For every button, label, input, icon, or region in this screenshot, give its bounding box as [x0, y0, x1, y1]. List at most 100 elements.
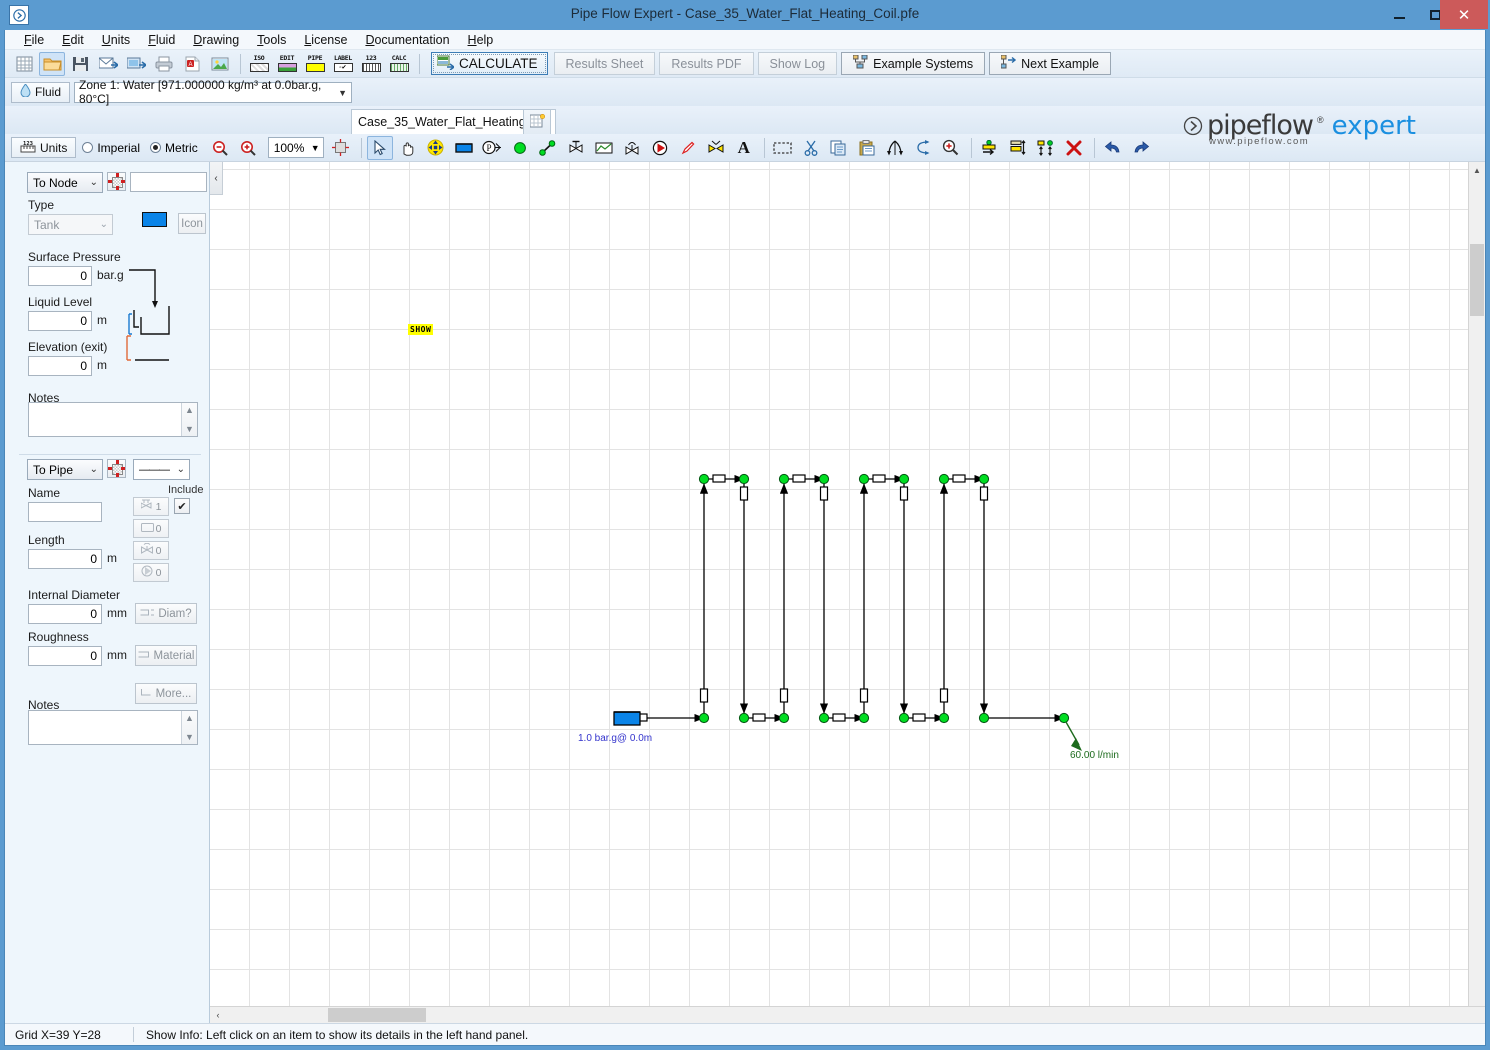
menu-tools[interactable]: Tools — [248, 31, 295, 49]
pipe-selector[interactable]: To Pipe ⌄ — [27, 459, 103, 480]
email-icon[interactable] — [95, 52, 121, 76]
liquid-level-input[interactable]: 0 — [28, 311, 92, 331]
new-document-tab[interactable] — [523, 109, 551, 134]
open-folder-icon[interactable] — [39, 51, 65, 76]
results-sheet-button[interactable]: Results Sheet — [553, 52, 656, 75]
move-tool[interactable] — [423, 136, 449, 160]
node-icon-button[interactable]: Icon — [178, 213, 206, 234]
node-type-select[interactable]: Tank ⌄ — [28, 214, 113, 235]
delete-tool[interactable] — [1061, 136, 1087, 160]
node-notes-box[interactable]: ▲ ▼ — [28, 402, 198, 437]
menu-license[interactable]: License — [295, 31, 356, 49]
pump-tool[interactable] — [647, 136, 673, 160]
fittings-count[interactable]: 1 — [133, 497, 169, 516]
close-button[interactable]: ✕ — [1440, 0, 1488, 29]
node-notes-scrollbar[interactable]: ▲ ▼ — [181, 403, 197, 436]
fluid-zone-select[interactable]: Zone 1: Water [971.000000 kg/m³ at 0.0ba… — [74, 78, 353, 106]
image-export-icon[interactable] — [207, 52, 233, 76]
node-name-input[interactable] — [130, 172, 207, 192]
roughness-input[interactable]: 0 — [28, 646, 102, 666]
canvas-vertical-scrollbar[interactable]: ▲ ▼ — [1468, 162, 1485, 1024]
next-example-button[interactable]: Next Example — [989, 52, 1111, 75]
join-node-tool[interactable] — [507, 136, 533, 160]
tank-tool[interactable] — [451, 136, 477, 160]
units-button[interactable]: 123 Units — [11, 137, 77, 158]
include-checkbox[interactable]: ✔ — [174, 498, 190, 514]
menu-fluid[interactable]: Fluid — [139, 31, 184, 49]
pipe-name-input[interactable] — [28, 502, 102, 522]
zoom-in-icon[interactable] — [236, 136, 262, 160]
valve-tool[interactable] — [563, 136, 589, 160]
results-pdf-button[interactable]: Results PDF — [659, 52, 754, 75]
highlighter-tool[interactable] — [675, 136, 701, 160]
horizontal-scroll-thumb[interactable] — [328, 1008, 426, 1022]
paste-tool[interactable] — [854, 136, 880, 160]
show-log-button[interactable]: Show Log — [757, 52, 838, 75]
scroll-left-icon[interactable]: ‹ — [210, 1007, 226, 1023]
save-icon[interactable] — [67, 52, 93, 76]
align-left-tool[interactable] — [977, 136, 1003, 160]
zoom-out-icon[interactable] — [208, 136, 234, 160]
surface-pressure-input[interactable]: 0 — [28, 266, 92, 286]
pipe-tool[interactable] — [535, 136, 561, 160]
flip-horizontal-tool[interactable] — [910, 136, 936, 160]
export-icon[interactable] — [123, 52, 149, 76]
collapse-panel-button[interactable]: ‹ — [210, 162, 223, 195]
pipe-notes-scrollbar[interactable]: ▲ ▼ — [181, 711, 197, 744]
components-count[interactable]: 0 — [133, 519, 169, 538]
select-tool[interactable] — [366, 135, 393, 160]
pipe-line-style-select[interactable]: ——— ⌄ — [133, 459, 190, 480]
pressure-node-tool[interactable]: P — [479, 136, 505, 160]
pick-node-icon[interactable] — [107, 172, 126, 191]
numbering-icon[interactable]: 123 — [358, 52, 384, 76]
fit-to-window-icon[interactable] — [328, 136, 354, 160]
imperial-radio[interactable]: Imperial — [82, 141, 140, 155]
example-systems-button[interactable]: Example Systems — [841, 52, 986, 75]
pdf-icon[interactable]: A — [179, 52, 205, 76]
drawing-canvas-area[interactable]: ‹ SHOW 1.0 bar.g@ 0.0m 60.00 l/min — [210, 162, 1485, 1024]
fluid-button[interactable]: Fluid — [11, 81, 71, 103]
valves-count[interactable]: 0 — [133, 541, 169, 560]
cut-tool[interactable] — [798, 136, 824, 160]
pipe-data-icon[interactable]: PIPE — [302, 52, 328, 76]
undo-tool[interactable] — [1100, 136, 1126, 160]
marquee-select-tool[interactable] — [770, 136, 796, 160]
flip-vertical-tool[interactable] — [882, 136, 908, 160]
edit-data-icon[interactable]: EDIT — [274, 52, 300, 76]
vertical-scroll-thumb[interactable] — [1470, 244, 1484, 316]
calc-options-icon[interactable]: CALC — [386, 52, 412, 76]
menu-units[interactable]: Units — [93, 31, 139, 49]
menu-help[interactable]: Help — [459, 31, 503, 49]
material-button[interactable]: Material — [135, 645, 197, 666]
control-valve-tool[interactable] — [619, 136, 645, 160]
more-button[interactable]: More... — [135, 683, 197, 704]
label-options-icon[interactable]: LABEL ▫✔ — [330, 52, 356, 76]
menu-drawing[interactable]: Drawing — [184, 31, 248, 49]
pipe-notes-box[interactable]: ▲ ▼ — [28, 710, 198, 745]
iso-view-icon[interactable]: ISO — [246, 52, 272, 76]
menu-edit[interactable]: Edit — [53, 31, 93, 49]
drawing-canvas[interactable]: ‹ SHOW 1.0 bar.g@ 0.0m 60.00 l/min — [210, 162, 1468, 1007]
calculate-button[interactable]: CALCULATE — [431, 52, 548, 75]
minimize-button[interactable] — [1381, 0, 1417, 29]
pick-pipe-icon[interactable] — [107, 459, 126, 478]
node-selector[interactable]: To Node ⌄ — [27, 172, 103, 193]
internal-diameter-input[interactable]: 0 — [28, 604, 102, 624]
print-icon[interactable] — [151, 52, 177, 76]
diam-button[interactable]: Diam? — [135, 603, 197, 624]
menu-file[interactable]: File — [15, 31, 53, 49]
align-center-tool[interactable] — [1005, 136, 1031, 160]
length-input[interactable]: 0 — [28, 549, 102, 569]
pan-tool[interactable] — [395, 136, 421, 160]
text-tool[interactable]: A — [731, 136, 757, 160]
metric-radio[interactable]: Metric — [150, 141, 198, 155]
zoom-level-select[interactable]: 100% ▼ — [267, 137, 324, 158]
scroll-up-icon[interactable]: ▲ — [1469, 162, 1485, 179]
new-sheet-icon[interactable] — [11, 52, 37, 76]
zoom-region-tool[interactable] — [938, 136, 964, 160]
copy-tool[interactable] — [826, 136, 852, 160]
canvas-horizontal-scrollbar[interactable]: ‹ — [210, 1006, 1485, 1023]
flow-marker-tool[interactable] — [703, 136, 729, 160]
redo-tool[interactable] — [1128, 136, 1154, 160]
distribute-tool[interactable] — [1033, 136, 1059, 160]
